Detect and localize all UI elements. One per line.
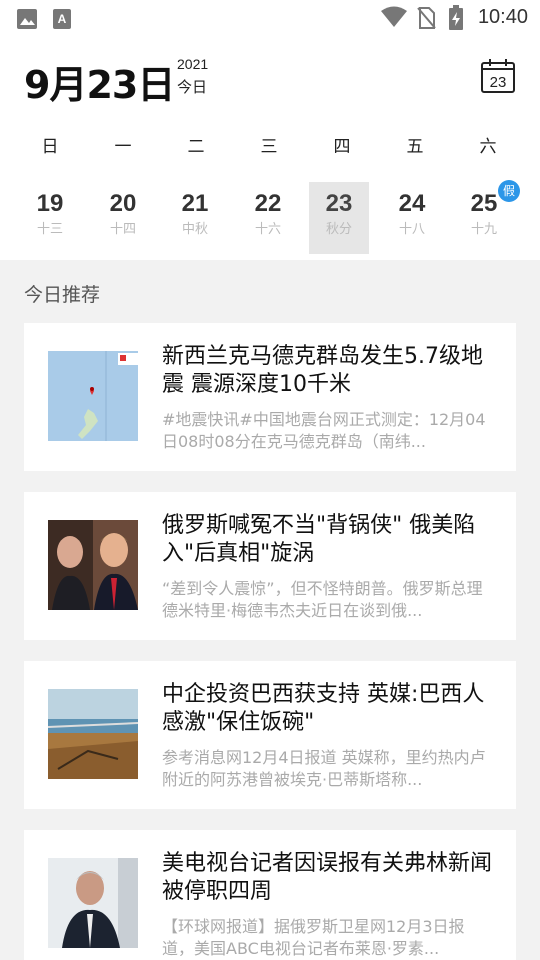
a-icon: A bbox=[53, 9, 71, 29]
day-cell[interactable]: 19 十三 bbox=[20, 182, 80, 254]
lunar-date: 秋分 bbox=[325, 222, 352, 237]
article-summary: 【环球网报道】据俄罗斯卫星网12月3日报道，美国ABC电视台记者布莱恩·罗素..… bbox=[162, 917, 465, 958]
weekday-label: 五 bbox=[406, 137, 424, 157]
lunar-date: 十四 bbox=[109, 222, 136, 237]
current-year: 2021 bbox=[177, 56, 209, 72]
article-thumbnail bbox=[48, 351, 138, 441]
calendar-icon-day: 23 bbox=[490, 74, 507, 91]
current-date: 9月23日 bbox=[24, 63, 175, 107]
day-cell-selected[interactable]: 23 秋分 bbox=[309, 182, 369, 254]
calendar-header: 9月23日 2021 今日 23 日 一 二 三 四 五 六 19 十三 20 … bbox=[0, 36, 540, 260]
week-days-row: 19 十三 20 十四 21 中秋 22 十六 23 秋分 24 十八 25 十… bbox=[14, 180, 524, 254]
weekday-label: 三 bbox=[260, 137, 278, 157]
day-cell[interactable]: 24 十八 bbox=[382, 182, 442, 254]
article-summary: 参考消息网12月4日报道 英媒称，里约热内卢附近的阿苏港曾被埃克·巴蒂斯塔称..… bbox=[162, 748, 486, 789]
status-bar: A 10:40 bbox=[0, 0, 540, 36]
article-thumbnail bbox=[48, 858, 138, 948]
article-title: 新西兰克马德克群岛发生5.7级地震 震源深度10千米 bbox=[162, 344, 483, 397]
article-thumbnail bbox=[48, 520, 138, 610]
article-card[interactable]: 中企投资巴西获支持 英媒:巴西人感激"保住饭碗" 参考消息网12月4日报道 英媒… bbox=[24, 661, 516, 809]
lunar-date: 十九 bbox=[470, 222, 497, 237]
weekday-label: 四 bbox=[333, 137, 351, 157]
article-card[interactable]: 美电视台记者因误报有关弗林新闻被停职四周 【环球网报道】据俄罗斯卫星网12月3日… bbox=[24, 830, 516, 960]
article-title: 美电视台记者因误报有关弗林新闻被停职四周 bbox=[162, 851, 493, 904]
article-title: 中企投资巴西获支持 英媒:巴西人感激"保住饭碗" bbox=[162, 682, 485, 735]
lunar-date: 十三 bbox=[36, 222, 63, 237]
image-icon bbox=[17, 9, 37, 29]
weekday-row: 日 一 二 三 四 五 六 bbox=[14, 132, 524, 157]
section-title: 今日推荐 bbox=[24, 284, 101, 306]
day-cell[interactable]: 20 十四 bbox=[93, 182, 153, 254]
day-number: 20 bbox=[109, 190, 137, 217]
day-cell[interactable]: 22 十六 bbox=[238, 182, 298, 254]
weekday-label: 二 bbox=[187, 137, 205, 157]
day-number: 23 bbox=[325, 190, 353, 217]
weekday-label: 日 bbox=[41, 137, 59, 157]
weekday-label: 一 bbox=[114, 137, 132, 157]
article-summary: #地震快讯#中国地震台网正式测定：12月04日08时08分在克马德克群岛（南纬.… bbox=[162, 410, 486, 451]
battery-charging-icon bbox=[449, 5, 463, 30]
day-number: 21 bbox=[181, 190, 209, 217]
article-card[interactable]: 俄罗斯喊冤不当"背锅侠" 俄美陷入"后真相"旋涡 “差到令人震惊”，但不怪特朗普… bbox=[24, 492, 516, 640]
day-number: 22 bbox=[254, 190, 282, 217]
day-cell[interactable]: 21 中秋 bbox=[165, 182, 225, 254]
no-sim-icon bbox=[417, 7, 436, 29]
weekday-label: 六 bbox=[479, 137, 497, 157]
wifi-icon bbox=[381, 6, 407, 27]
today-label: 今日 bbox=[177, 78, 208, 96]
article-card[interactable]: 新西兰克马德克群岛发生5.7级地震 震源深度10千米 #地震快讯#中国地震台网正… bbox=[24, 323, 516, 471]
lunar-date: 十六 bbox=[254, 222, 281, 237]
day-cell[interactable]: 25 十九 假 bbox=[454, 180, 520, 254]
day-number: 24 bbox=[398, 190, 426, 217]
holiday-badge: 假 bbox=[498, 180, 520, 202]
article-summary: “差到令人震惊”，但不怪特朗普。俄罗斯总理德米特里·梅德韦杰夫近日在谈到俄... bbox=[162, 579, 483, 620]
calendar-icon[interactable]: 23 bbox=[480, 58, 516, 94]
article-title: 俄罗斯喊冤不当"背锅侠" 俄美陷入"后真相"旋涡 bbox=[162, 513, 476, 566]
svg-text:A: A bbox=[58, 12, 67, 26]
lunar-date: 中秋 bbox=[181, 222, 208, 237]
article-thumbnail bbox=[48, 689, 138, 779]
day-number: 19 bbox=[36, 190, 64, 217]
status-time: 10:40 bbox=[477, 6, 528, 28]
lunar-date: 十八 bbox=[398, 222, 425, 237]
